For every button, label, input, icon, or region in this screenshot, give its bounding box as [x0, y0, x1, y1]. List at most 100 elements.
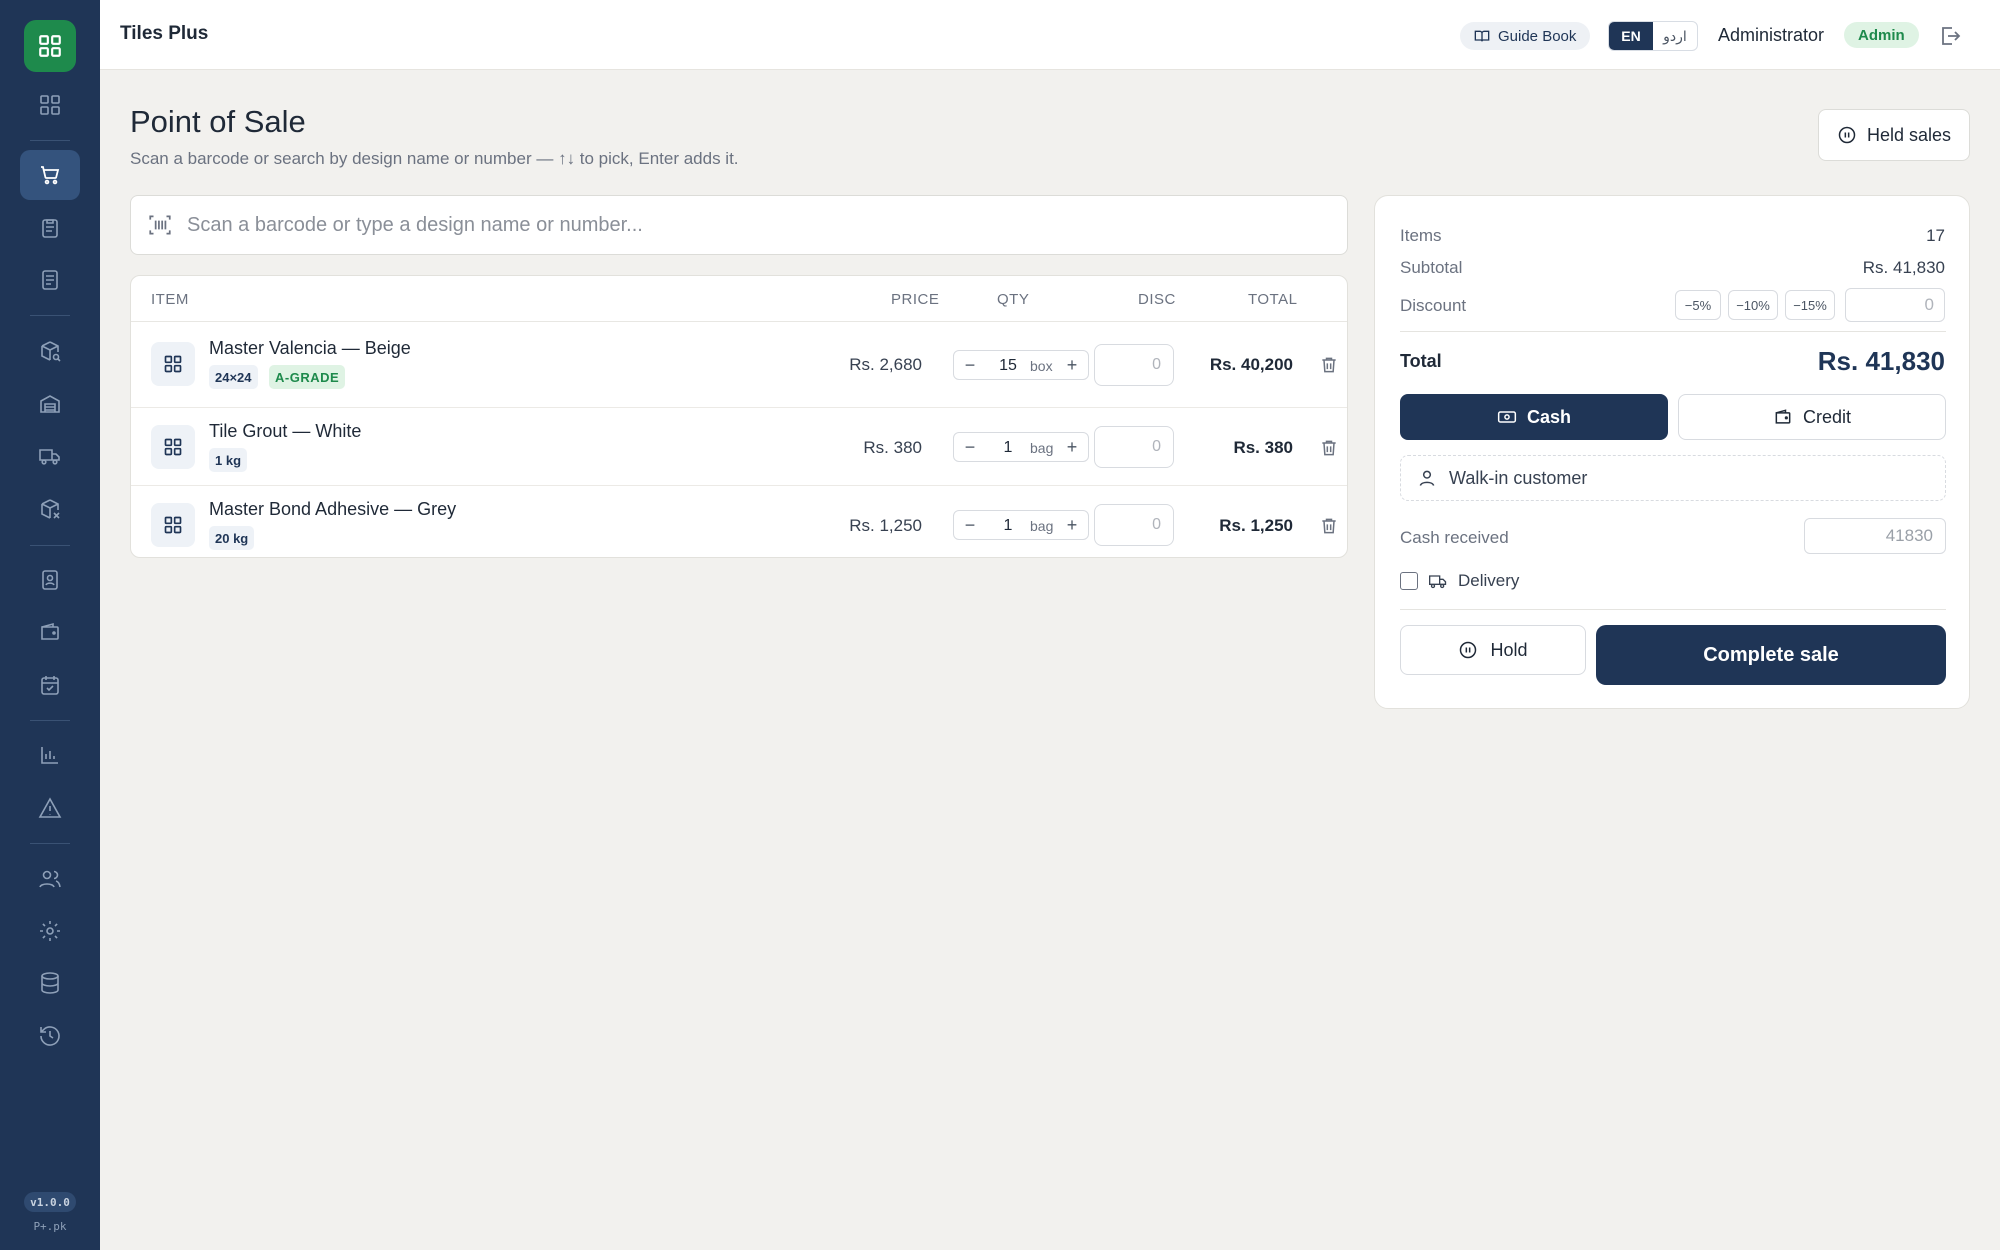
customer-select[interactable]: Walk-in customer	[1400, 455, 1946, 501]
decrease-qty-button[interactable]: −	[960, 354, 980, 376]
pay-cash-label: Cash	[1526, 406, 1571, 427]
decrease-qty-button[interactable]: −	[960, 436, 980, 458]
alert-icon	[38, 797, 62, 818]
pay-credit-button[interactable]: Credit	[1678, 394, 1946, 440]
logout-icon[interactable]	[1938, 24, 1962, 48]
truck-icon	[1429, 575, 1447, 589]
decrease-qty-button[interactable]: −	[960, 514, 980, 536]
language-toggle: EN اردو	[1608, 21, 1698, 51]
nav-invoices[interactable]	[20, 255, 80, 305]
delivery-checkbox[interactable]	[1400, 572, 1418, 590]
trash-icon[interactable]	[1319, 516, 1339, 536]
total-value: Rs. 41,830	[1817, 346, 1945, 376]
pay-cash-button[interactable]: Cash	[1400, 394, 1668, 440]
lang-en-button[interactable]: EN	[1609, 22, 1653, 50]
lang-ur-button[interactable]: اردو	[1653, 22, 1697, 50]
nav-settings[interactable]	[20, 906, 80, 956]
line-discount-input[interactable]: 0	[1094, 426, 1174, 468]
user-icon	[1419, 470, 1435, 486]
nav-orders[interactable]	[20, 203, 80, 253]
nav-separator	[30, 140, 70, 141]
trash-icon[interactable]	[1319, 355, 1339, 375]
nav-alerts[interactable]	[20, 783, 80, 833]
guide-book-button[interactable]: Guide Book	[1460, 22, 1591, 50]
top-bar: Tiles Plus Guide Book EN اردو Administra…	[100, 0, 2000, 70]
clipboard-icon	[42, 219, 58, 238]
app-title: Tiles Plus	[120, 23, 209, 44]
bar-chart-icon	[41, 747, 58, 764]
increase-qty-button[interactable]: +	[1062, 514, 1082, 536]
line-total: Rs. 380	[1233, 438, 1293, 457]
hold-sale-button[interactable]: Hold	[1400, 625, 1586, 675]
cash-icon	[1497, 411, 1517, 423]
product-search	[130, 195, 1348, 255]
line-discount-input[interactable]: 0	[1094, 504, 1174, 546]
discount-15-button[interactable]: −15%	[1785, 290, 1835, 320]
divider	[1400, 609, 1946, 610]
truck-icon	[39, 449, 60, 465]
line-total: Rs. 40,200	[1209, 355, 1293, 374]
discount-label: Discount	[1400, 296, 1467, 315]
database-icon	[41, 972, 59, 994]
nav-schedule[interactable]	[20, 660, 80, 710]
size-tag: 24×24	[209, 365, 258, 389]
box-remove-icon	[41, 499, 60, 519]
page-title: Point of Sale	[130, 104, 306, 139]
nav-dashboard[interactable]	[20, 80, 80, 130]
discount-input[interactable]: 0	[1845, 288, 1945, 322]
trash-icon[interactable]	[1319, 438, 1339, 458]
nav-reports[interactable]	[20, 730, 80, 780]
quantity-stepper: − 1 bag +	[953, 510, 1089, 540]
nav-damaged-stock[interactable]	[20, 484, 80, 534]
size-tag: 20 kg	[209, 526, 255, 550]
discount-5-button[interactable]: −5%	[1675, 290, 1721, 320]
held-sales-button[interactable]: Held sales	[1818, 109, 1970, 161]
nav-backup[interactable]	[20, 958, 80, 1008]
increase-qty-button[interactable]: +	[1062, 354, 1082, 376]
divider	[1400, 331, 1946, 332]
nav-warehouse[interactable]	[20, 379, 80, 429]
tile-item-icon	[151, 425, 195, 469]
search-input[interactable]	[187, 213, 1287, 237]
tile-item-icon	[151, 503, 195, 547]
role-badge: Admin	[1844, 22, 1919, 48]
held-sales-label: Held sales	[1866, 124, 1952, 145]
sidebar: v1.0.0 P+.pk	[0, 0, 100, 1250]
item-price: Rs. 1,250	[849, 516, 922, 535]
document-icon	[42, 270, 58, 290]
nav-contacts[interactable]	[20, 555, 80, 605]
table-row: Master Valencia — Beige 24×24 A-GRADE Rs…	[131, 322, 1347, 408]
discount-10-button[interactable]: −10%	[1728, 290, 1778, 320]
grade-tag: A-GRADE	[269, 365, 346, 389]
delivery-label: Delivery	[1458, 571, 1520, 590]
nav-separator	[30, 720, 70, 721]
cash-received-input[interactable]: 41830	[1804, 518, 1946, 554]
item-name: Master Bond Adhesive — Grey	[209, 499, 457, 519]
line-discount-input[interactable]: 0	[1094, 344, 1174, 386]
qty-value[interactable]: 1	[996, 517, 1020, 535]
nav-users[interactable]	[20, 854, 80, 904]
nav-accounts[interactable]	[20, 607, 80, 657]
calendar-check-icon	[41, 676, 59, 695]
nav-deliveries[interactable]	[20, 431, 80, 481]
nav-stock-search[interactable]	[20, 326, 80, 376]
quantity-stepper: − 1 bag +	[953, 432, 1089, 462]
complete-sale-button[interactable]: Complete sale	[1596, 625, 1946, 685]
nav-point-of-sale[interactable]	[20, 150, 80, 200]
increase-qty-button[interactable]: +	[1062, 436, 1082, 458]
brand-footer: P+.pk	[33, 1220, 67, 1233]
grid-icon	[164, 516, 182, 534]
users-icon	[39, 870, 61, 888]
wallet-icon	[1775, 409, 1791, 424]
qty-value[interactable]: 15	[996, 357, 1020, 375]
tile-item-icon	[151, 342, 195, 386]
warehouse-icon	[40, 395, 60, 413]
nav-history[interactable]	[20, 1011, 80, 1061]
pay-credit-label: Credit	[1802, 406, 1851, 427]
grid-icon	[164, 438, 182, 456]
qty-unit: bag	[1030, 440, 1054, 456]
app-logo[interactable]	[24, 20, 76, 72]
size-tag: 1 kg	[209, 448, 248, 472]
history-icon	[40, 1026, 60, 1046]
qty-value[interactable]: 1	[996, 439, 1020, 457]
